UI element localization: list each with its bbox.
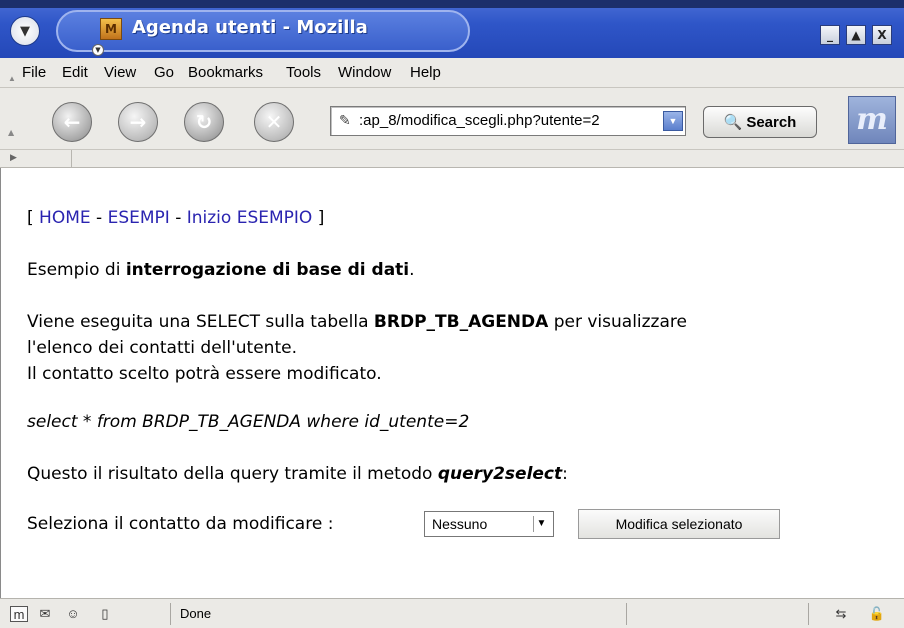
chevron-down-icon: ▼ bbox=[20, 23, 30, 39]
menu-window[interactable]: Window bbox=[338, 64, 391, 81]
navigator-icon[interactable]: m bbox=[10, 606, 28, 622]
status-divider bbox=[170, 603, 171, 625]
breadcrumb: [ HOME - ESEMPI - Inizio ESEMPIO ] bbox=[27, 208, 324, 228]
menu-view[interactable]: View bbox=[104, 64, 136, 81]
maximize-button[interactable]: ▲ bbox=[846, 25, 866, 45]
bracket-open: [ bbox=[27, 208, 40, 228]
select-label: Seleziona il contatto da modificare : bbox=[27, 514, 334, 534]
chevron-down-icon[interactable]: ▼ bbox=[533, 516, 549, 532]
lock-icon[interactable]: 🔓 bbox=[868, 606, 886, 622]
menu-go[interactable]: Go bbox=[154, 64, 174, 81]
reload-icon[interactable]: ↻ bbox=[184, 102, 224, 142]
desc-pre: Viene eseguita una SELECT sulla tabella bbox=[27, 312, 374, 332]
chat-icon[interactable]: ☺ bbox=[64, 606, 82, 622]
table-name: BRDP_TB_AGENDA bbox=[373, 312, 549, 332]
back-arrow-icon[interactable]: ← bbox=[52, 102, 92, 142]
menu-help[interactable]: Help bbox=[410, 64, 441, 81]
minimize-button[interactable]: _ bbox=[820, 25, 840, 45]
status-divider bbox=[626, 603, 627, 625]
tab-strip-toggle-icon[interactable]: ▶ bbox=[6, 150, 72, 167]
description-line-2: l'elenco dei contatti dell'utente. bbox=[27, 338, 297, 358]
bracket-close: ] bbox=[312, 208, 325, 228]
separator: - bbox=[169, 208, 187, 228]
query-italic: select * from BRDP_TB_AGENDA where id_ut… bbox=[27, 412, 470, 432]
title-bar: ▼ M Agenda utenti - Mozilla _ ▲ X bbox=[0, 0, 904, 58]
address-input[interactable]: :ap_8/modifica_scegli.php?utente=2 bbox=[359, 112, 600, 129]
contact-select[interactable]: Nessuno ▼ bbox=[424, 511, 554, 537]
page-icon: ✎ bbox=[339, 112, 351, 128]
status-text: Done bbox=[180, 606, 212, 621]
intro-pre: Esempio di bbox=[27, 260, 126, 280]
menu-bookmarks[interactable]: Bookmarks bbox=[188, 64, 263, 81]
forward-arrow-icon[interactable]: → bbox=[118, 102, 158, 142]
separator: - bbox=[90, 208, 108, 228]
result-post: : bbox=[562, 464, 568, 484]
menu-bar: ▲ File Edit View Go Bookmarks Tools Wind… bbox=[0, 58, 904, 88]
app-icon: M bbox=[100, 18, 122, 40]
search-label: Search bbox=[746, 113, 797, 131]
result-pre: Questo il risultato della query tramite … bbox=[27, 464, 438, 484]
link-home[interactable]: HOME bbox=[39, 208, 91, 228]
menu-edit[interactable]: Edit bbox=[62, 64, 88, 81]
url-dropdown-icon[interactable]: ▼ bbox=[663, 111, 683, 131]
intro-text: Esempio di interrogazione di base di dat… bbox=[27, 260, 415, 280]
magnifier-icon: 🔍 bbox=[723, 114, 743, 131]
stop-icon[interactable]: ✕ bbox=[254, 102, 294, 142]
window-menu-button[interactable]: ▼ bbox=[10, 16, 40, 46]
link-esempi[interactable]: ESEMPI bbox=[108, 208, 170, 228]
menu-file[interactable]: File bbox=[22, 64, 46, 81]
link-inizio-esempio[interactable]: Inizio ESEMPIO bbox=[187, 208, 313, 228]
address-bar[interactable]: ✎ :ap_8/modifica_scegli.php?utente=2 ▼ bbox=[330, 106, 686, 136]
status-bar: m ✉ ☺ ▯ Done ⇆ 🔓 bbox=[0, 598, 904, 628]
mail-icon[interactable]: ✉ bbox=[36, 606, 54, 622]
intro-bold: interrogazione di base di dati bbox=[125, 260, 410, 280]
sidebar-toggle-strip: ▶ bbox=[0, 150, 904, 168]
mozilla-logo-icon[interactable]: m bbox=[848, 96, 896, 144]
description-line-1: Viene eseguita una SELECT sulla tabella … bbox=[27, 312, 687, 332]
composer-icon[interactable]: ▯ bbox=[96, 606, 114, 622]
page-content: [ HOME - ESEMPI - Inizio ESEMPIO ] Esemp… bbox=[0, 168, 904, 598]
toolbar-grip-icon[interactable]: ▲ bbox=[8, 74, 16, 83]
result-text: Questo il risultato della query tramite … bbox=[27, 464, 568, 484]
close-button[interactable]: X bbox=[872, 25, 892, 45]
status-divider bbox=[808, 603, 809, 625]
modify-selected-button[interactable]: Modifica selezionato bbox=[578, 509, 780, 539]
contact-select-value: Nessuno bbox=[432, 516, 488, 532]
intro-post: . bbox=[409, 260, 415, 280]
query-text: select * from BRDP_TB_AGENDA where id_ut… bbox=[27, 412, 469, 432]
back-history-dropdown-icon[interactable]: ▼ bbox=[92, 44, 104, 56]
method-name: query2select bbox=[437, 464, 563, 484]
title-bar-edge bbox=[0, 0, 904, 8]
online-status-icon[interactable]: ⇆ bbox=[824, 606, 858, 622]
window-title: Agenda utenti - Mozilla bbox=[132, 17, 368, 38]
desc-post: per visualizzare bbox=[548, 312, 687, 332]
menu-tools[interactable]: Tools bbox=[286, 64, 321, 81]
toolbar-grip-icon[interactable]: ▲ bbox=[8, 128, 16, 137]
search-button[interactable]: 🔍 Search bbox=[703, 106, 817, 138]
description-line-3: Il contatto scelto potrà essere modifica… bbox=[27, 364, 382, 384]
